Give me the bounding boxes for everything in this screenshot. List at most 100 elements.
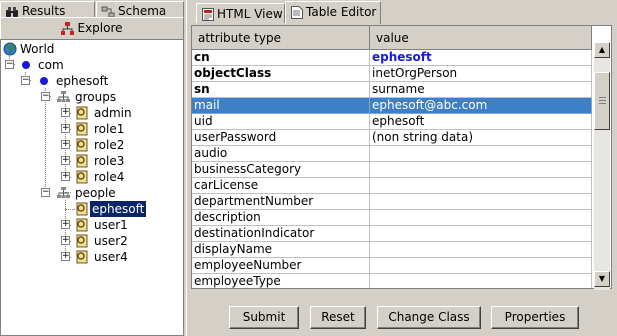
attribute-cell[interactable]: businessCategory <box>192 162 370 178</box>
change-class-button[interactable]: Change Class <box>377 306 481 329</box>
document-icon <box>291 6 303 19</box>
attribute-cell[interactable]: sn <box>192 82 370 98</box>
table-row[interactable]: description <box>192 210 592 226</box>
table-row[interactable]: employeeType <box>192 274 592 288</box>
attribute-cell[interactable]: carLicense <box>192 178 370 194</box>
expand-icon[interactable]: + <box>61 124 70 133</box>
expand-icon[interactable]: + <box>61 108 70 117</box>
left-panel: Results Schema Explore World − com − eph… <box>0 0 186 336</box>
reset-button[interactable]: Reset <box>310 306 366 329</box>
tab-explore[interactable]: Explore <box>0 17 184 39</box>
tree-label-role2: role2 <box>94 138 125 152</box>
expand-icon[interactable]: + <box>61 172 70 181</box>
table-row[interactable]: cn ephesoft <box>192 50 592 66</box>
tree-node-role4[interactable]: + role4 <box>1 169 161 185</box>
entry-icon <box>76 106 88 120</box>
attribute-cell[interactable]: userPassword <box>192 130 370 146</box>
scroll-thumb[interactable] <box>594 72 610 130</box>
expand-icon[interactable]: + <box>61 220 70 229</box>
table-row[interactable]: carLicense <box>192 178 592 194</box>
attribute-cell[interactable]: mail <box>192 98 370 114</box>
org-unit-icon <box>57 187 70 198</box>
attribute-cell[interactable]: displayName <box>192 242 370 258</box>
value-cell[interactable] <box>370 178 592 194</box>
value-cell[interactable]: surname <box>370 82 592 98</box>
value-cell[interactable]: ephesoft <box>370 114 592 130</box>
domain-component-icon <box>40 77 48 85</box>
attribute-cell[interactable]: audio <box>192 146 370 162</box>
value-cell[interactable] <box>370 242 592 258</box>
value-cell[interactable] <box>370 258 592 274</box>
attribute-cell[interactable]: departmentNumber <box>192 194 370 210</box>
value-cell[interactable] <box>370 226 592 242</box>
value-cell[interactable]: ephesoft <box>372 50 432 64</box>
scroll-down-icon[interactable]: ▼ <box>594 271 610 287</box>
attribute-cell[interactable]: uid <box>192 114 370 130</box>
tree-node-user2[interactable]: + user2 <box>1 233 161 249</box>
attribute-cell[interactable]: description <box>192 210 370 226</box>
tree-node-ephesoft-person[interactable]: ephesoft <box>1 201 171 217</box>
expand-icon[interactable]: + <box>61 156 70 165</box>
properties-button[interactable]: Properties <box>491 306 579 329</box>
table-row[interactable]: userPassword (non string data) <box>192 130 592 146</box>
column-header-attribute-type[interactable]: attribute type <box>192 26 370 50</box>
collapse-icon[interactable]: − <box>41 92 50 101</box>
scroll-up-icon[interactable]: ▲ <box>594 42 610 58</box>
table-row[interactable]: objectClass inetOrgPerson <box>192 66 592 82</box>
table-row-selected[interactable]: mail ephesoft@abc.com <box>192 98 592 114</box>
tree-node-com[interactable]: − com <box>1 57 121 73</box>
tree-node-role1[interactable]: + role1 <box>1 121 161 137</box>
submit-button[interactable]: Submit <box>229 306 299 329</box>
tree-label-user4: user4 <box>94 250 128 264</box>
value-cell[interactable] <box>370 194 592 210</box>
value-cell[interactable] <box>370 162 592 178</box>
tree-node-ephesoft[interactable]: − ephesoft <box>1 73 141 89</box>
globe-icon <box>3 42 17 56</box>
value-cell[interactable]: (non string data) <box>370 130 592 146</box>
tree-node-user4[interactable]: + user4 <box>1 249 161 265</box>
tree-node-role3[interactable]: + role3 <box>1 153 161 169</box>
tab-table-editor[interactable]: Table Editor <box>285 1 381 24</box>
attribute-cell[interactable]: objectClass <box>192 66 370 82</box>
table-row[interactable]: departmentNumber <box>192 194 592 210</box>
expand-icon[interactable]: + <box>61 236 70 245</box>
table-row[interactable]: employeeNumber <box>192 258 592 274</box>
table-row[interactable]: uid ephesoft <box>192 114 592 130</box>
value-cell[interactable] <box>370 210 592 226</box>
table-row[interactable]: destinationIndicator <box>192 226 592 242</box>
binoculars-icon <box>6 6 18 17</box>
tree-node-groups[interactable]: − groups <box>1 89 151 105</box>
value-cell[interactable] <box>370 146 592 162</box>
tree-label-role1: role1 <box>94 122 125 136</box>
collapse-icon[interactable]: − <box>21 76 30 85</box>
html-view-icon <box>202 8 214 21</box>
tree-node-user1[interactable]: + user1 <box>1 217 161 233</box>
tree-node-world[interactable]: World <box>3 41 123 57</box>
tree-node-role2[interactable]: + role2 <box>1 137 161 153</box>
attribute-cell[interactable]: employeeNumber <box>192 258 370 274</box>
entry-icon <box>76 218 88 232</box>
collapse-icon[interactable]: − <box>41 188 50 197</box>
collapse-icon[interactable]: − <box>5 60 14 69</box>
value-cell[interactable]: inetOrgPerson <box>370 66 592 82</box>
tab-html-view-label: HTML View <box>217 7 283 21</box>
table-row[interactable]: displayName <box>192 242 592 258</box>
tree-node-admin[interactable]: + admin <box>1 105 161 121</box>
value-cell[interactable]: ephesoft@abc.com <box>370 98 592 114</box>
tab-html-view[interactable]: HTML View <box>196 3 285 23</box>
expand-icon[interactable]: + <box>61 252 70 261</box>
attribute-cell[interactable]: destinationIndicator <box>192 226 370 242</box>
tree-label-groups: groups <box>75 90 117 104</box>
table-row[interactable]: audio <box>192 146 592 162</box>
table-row[interactable]: sn surname <box>192 82 592 98</box>
vertical-scrollbar[interactable]: ▲ ▼ <box>594 42 610 290</box>
directory-tree[interactable]: World − com − ephesoft − groups + admin … <box>0 39 184 336</box>
tree-node-people[interactable]: − people <box>1 185 151 201</box>
table-row[interactable]: businessCategory <box>192 162 592 178</box>
attribute-cell[interactable]: employeeType <box>192 274 370 288</box>
value-cell[interactable] <box>370 274 592 288</box>
expand-icon[interactable]: + <box>61 140 70 149</box>
attribute-cell[interactable]: cn <box>192 50 370 66</box>
tree-label-world: World <box>20 42 55 56</box>
column-header-value[interactable]: value <box>370 26 592 50</box>
